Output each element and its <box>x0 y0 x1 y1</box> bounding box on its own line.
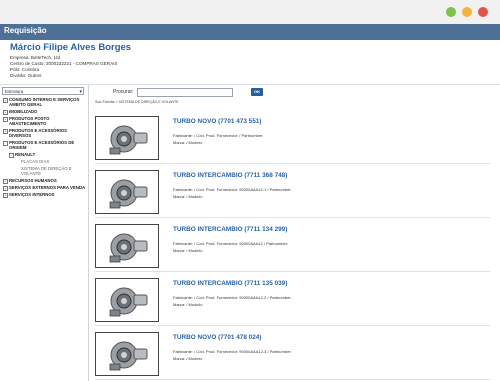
tree-item[interactable]: - RENAULT <box>3 152 87 158</box>
tree-item[interactable]: PLACAS DIAS <box>3 159 87 164</box>
app-frame: Requisição Márcio Filipe Alves Borges Em… <box>0 0 500 381</box>
user-name: Márcio Filipe Alves Borges <box>10 42 132 53</box>
product-card[interactable]: TURBO INTERCAMBIO (7711 134 299) Fabrican… <box>95 220 490 272</box>
divider <box>95 217 490 218</box>
user-divisao: Divisão: Outros <box>10 73 42 78</box>
tree-item-label: CONSUMO INTERNO E SERVIÇOS AMBITO GERAL <box>9 97 80 107</box>
tree-item-label: PLACAS DIAS <box>21 159 50 164</box>
maximize-button[interactable] <box>446 7 456 17</box>
divider <box>95 271 490 272</box>
product-title-link[interactable]: TURBO NOVO (7701 473 551) <box>173 118 261 125</box>
product-details: Fabricante: / Cód. Prod. Fornecedor: 900… <box>173 349 292 354</box>
product-details: Fabricante: / Cód. Prod. Fornecedor: / P… <box>173 133 264 138</box>
expand-icon[interactable]: + <box>3 109 8 115</box>
product-card[interactable]: TURBO NOVO (7701 478 024) Fabricante: / C… <box>95 328 490 380</box>
chevron-down-icon: ▾ <box>79 89 82 95</box>
product-brand-model: Marca: / Modelo: <box>173 140 203 145</box>
tree-item-label: RENAULT <box>15 152 36 157</box>
user-centro-custo: Centro de Custo: 2000222221 - COMPRAS GE… <box>10 61 118 66</box>
structure-select-value: Estrutura <box>5 89 24 94</box>
user-polo: Pólo: Coimbra <box>10 67 40 72</box>
tree-item[interactable]: + PRODUTOS POSTO ABASTECIMENTO <box>3 116 87 126</box>
tree-item[interactable]: + SERVIÇOS EXTERNOS PARA VENDA <box>3 185 87 191</box>
product-title-link[interactable]: TURBO INTERCAMBIO (7711 134 299) <box>173 226 287 233</box>
product-title-link[interactable]: TURBO NOVO (7701 478 024) <box>173 334 261 341</box>
tree-item[interactable]: - PRODUTOS E ACESSÓRIOS DE ORIGEM <box>3 140 87 150</box>
user-header: Márcio Filipe Alves Borges Empresa: Belt… <box>0 40 500 85</box>
breadcrumb: Sub-Família > SISTEMA DE DIREÇÃO E VOLAN… <box>95 100 179 104</box>
product-details: Fabricante: / Cód. Prod. Fornecedor: 900… <box>173 241 289 246</box>
product-brand-model: Marca: / Modelo: <box>173 302 203 307</box>
product-details: Fabricante: / Cód. Prod. Fornecedor: 900… <box>173 187 292 192</box>
product-title-link[interactable]: TURBO INTERCAMBIO (7711 368 748) <box>173 172 287 179</box>
product-image[interactable] <box>95 332 159 376</box>
expand-icon[interactable]: + <box>3 192 8 198</box>
divider <box>95 325 490 326</box>
tree-item-label: SERVIÇOS INTERNOS <box>9 192 55 197</box>
tree-item[interactable]: + IMOBILIZADO <box>3 109 87 115</box>
tree-item[interactable]: + SERVIÇOS INTERNOS <box>3 192 87 198</box>
divider <box>95 163 490 164</box>
window-title: Requisição <box>4 26 47 35</box>
tree-item-label: RECURSOS HUMANOS <box>9 178 57 183</box>
product-card[interactable]: TURBO INTERCAMBIO (7711 135 039) Fabrican… <box>95 274 490 326</box>
collapse-icon[interactable]: - <box>9 152 14 158</box>
tree-item-label: PRODUTOS POSTO ABASTECIMENTO <box>9 116 50 126</box>
product-title-link[interactable]: TURBO INTERCAMBIO (7711 135 039) <box>173 280 287 287</box>
tree-item-label: SISTEMA DE DIREÇÃO E VOLANTE <box>21 166 72 176</box>
tree-item[interactable]: + RECURSOS HUMANOS <box>3 178 87 184</box>
title-bar: Requisição <box>0 24 500 40</box>
product-image[interactable] <box>95 170 159 214</box>
product-image[interactable] <box>95 278 159 322</box>
window-chrome <box>0 0 500 25</box>
expand-icon[interactable]: + <box>3 178 8 184</box>
expand-icon[interactable]: + <box>3 97 8 103</box>
expand-icon[interactable]: + <box>3 128 8 134</box>
tree-item[interactable]: SISTEMA DE DIREÇÃO E VOLANTE <box>3 166 87 176</box>
tree-item-label: PRODUTOS E ACESSÓRIOS DIVERSOS <box>9 128 68 138</box>
user-empresa: Empresa: BelteTech, Ltd <box>10 55 61 60</box>
search-label: Procurar: <box>113 89 134 95</box>
sidebar: Estrutura ▾ + CONSUMO INTERNO E SERVIÇOS … <box>0 85 89 381</box>
collapse-icon[interactable]: - <box>3 140 8 146</box>
close-button[interactable] <box>478 7 488 17</box>
product-image[interactable] <box>95 224 159 268</box>
tree-item-label: SERVIÇOS EXTERNOS PARA VENDA <box>9 185 86 190</box>
search-ok-button[interactable]: OK <box>251 88 263 96</box>
tree-item[interactable]: + CONSUMO INTERNO E SERVIÇOS AMBITO GERAL <box>3 97 87 107</box>
divider <box>95 379 490 380</box>
search-input[interactable] <box>137 88 233 97</box>
expand-icon[interactable]: + <box>3 116 8 122</box>
category-tree: + CONSUMO INTERNO E SERVIÇOS AMBITO GERAL… <box>3 97 87 199</box>
tree-item-label: PRODUTOS E ACESSÓRIOS DE ORIGEM <box>9 140 75 150</box>
product-image[interactable] <box>95 116 159 160</box>
product-card[interactable]: TURBO INTERCAMBIO (7711 368 748) Fabrican… <box>95 166 490 218</box>
product-brand-model: Marca: / Modelo: <box>173 248 203 253</box>
expand-icon[interactable]: + <box>3 185 8 191</box>
product-brand-model: Marca: / Modelo: <box>173 356 203 361</box>
main-content: Procurar: OK Sub-Família > SISTEMA DE DI… <box>89 85 500 381</box>
structure-select[interactable]: Estrutura ▾ <box>2 87 84 95</box>
tree-item-label: IMOBILIZADO <box>9 109 38 114</box>
tree-item[interactable]: + PRODUTOS E ACESSÓRIOS DIVERSOS <box>3 128 87 138</box>
product-details: Fabricante: / Cód. Prod. Fornecedor: 900… <box>173 295 292 300</box>
product-brand-model: Marca: / Modelo: <box>173 194 203 199</box>
minimize-button[interactable] <box>462 7 472 17</box>
product-card[interactable]: TURBO NOVO (7701 473 551) Fabricante: / C… <box>95 112 490 164</box>
